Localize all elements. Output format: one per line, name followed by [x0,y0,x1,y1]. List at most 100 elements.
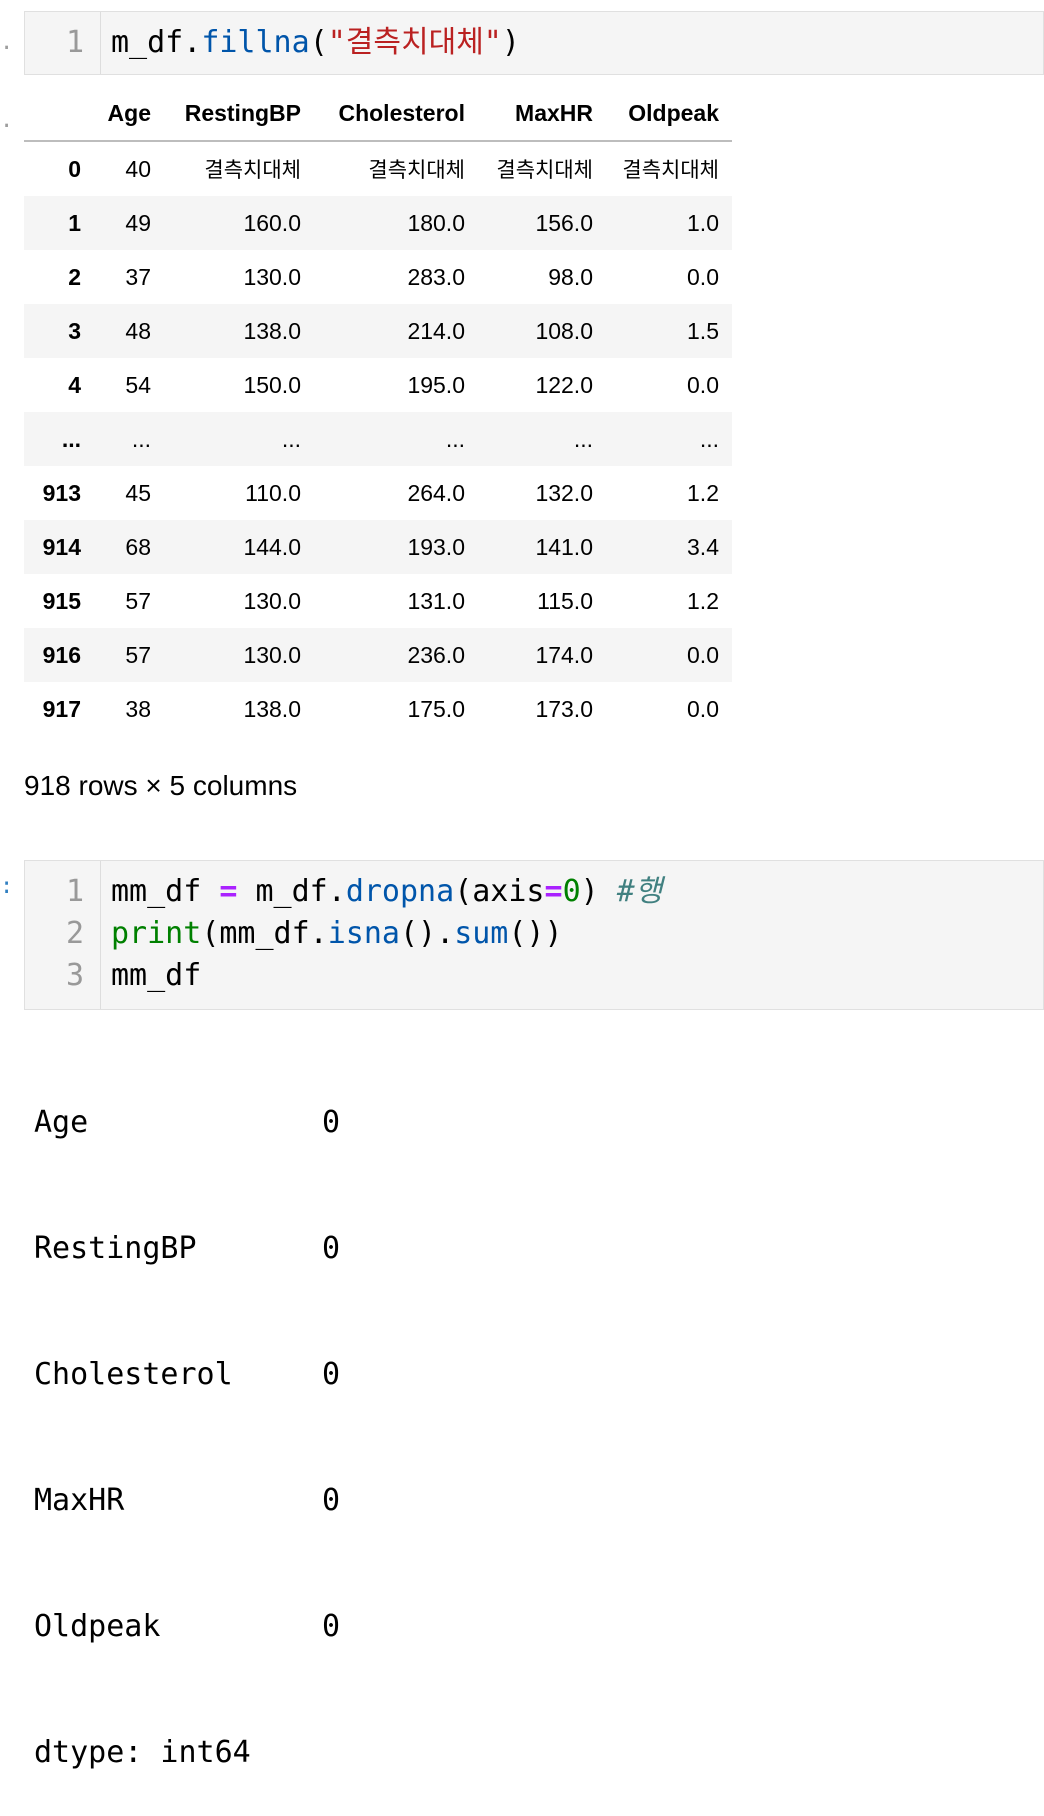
table-cell: 122.0 [535,371,593,398]
dataframe-output: Age RestingBP Cholesterol MaxHR Oldpeak … [24,86,732,736]
code-token-string: "결측치대체" [327,25,502,60]
table-cell: ... [281,425,301,452]
table-cell: 193.0 [407,533,465,560]
code-token: ) [501,25,520,60]
table-cell: 0.0 [687,695,719,722]
table-cell: 141.0 [535,533,593,560]
column-header: Oldpeak [606,86,732,142]
table-cell: ... [131,425,151,452]
table-row: 913 45 110.0 264.0 132.0 1.2 [24,466,732,520]
table-row: 916 57 130.0 236.0 174.0 0.0 [24,628,732,682]
table-cell: 174.0 [535,641,593,668]
row-index: 2 [68,263,81,290]
table-cell: 결측치대체 [622,158,719,182]
table-row: 915 57 130.0 131.0 115.0 1.2 [24,574,732,628]
code-editor[interactable]: m_df.fillna("결측치대체") [101,12,520,74]
row-index: ... [61,425,81,452]
output-prompt-stub: . [0,108,14,133]
table-cell: 결측치대체 [496,158,593,182]
table-cell: 0.0 [687,641,719,668]
code-token: (). [400,916,455,951]
table-row: 2 37 130.0 283.0 98.0 0.0 [24,250,732,304]
table-cell: 130.0 [243,263,301,290]
row-index: 916 [42,641,81,668]
table-row: 3 48 138.0 214.0 108.0 1.5 [24,304,732,358]
line-numbers: 1 [25,12,101,74]
series-row: MaxHR 0 [34,1480,340,1522]
table-cell: 98.0 [548,263,593,290]
series-key: MaxHR [34,1483,125,1518]
series-key: RestingBP [34,1231,197,1266]
line-number: 1 [65,874,84,909]
table-header-row: Age RestingBP Cholesterol MaxHR Oldpeak [24,86,732,142]
cell-prompt-marker: : [0,874,14,899]
table-cell: 283.0 [407,263,465,290]
code-editor[interactable]: mm_df = m_df.dropna(axis=0) #행 print(mm_d… [101,861,662,1009]
table-cell: 236.0 [407,641,465,668]
table-cell: 110.0 [245,479,301,506]
line-number: 2 [65,916,84,951]
table-row-ellipsis: ... ... ... ... ... ... [24,412,732,466]
table-cell: 37 [125,263,151,290]
series-row: Cholesterol 0 [34,1354,340,1396]
line-number: 3 [65,958,84,993]
table-cell: 결측치대체 [204,158,301,182]
code-cell-1[interactable]: 1 m_df.fillna("결측치대체") [24,11,1044,75]
code-token: ) [580,874,617,909]
column-header: Cholesterol [314,86,478,142]
table-cell: 0.0 [687,263,719,290]
table-cell: 130.0 [243,587,301,614]
series-value: 0 [322,1483,341,1518]
series-key: Cholesterol [34,1357,233,1392]
code-token-method: sum [454,916,509,951]
code-cell-2[interactable]: 1 2 3 mm_df = m_df.dropna(axis=0) #행 prin… [24,860,1044,1010]
table-cell: 38 [125,695,151,722]
table-cell: 57 [125,587,151,614]
code-token-comment: #행 [616,874,663,909]
code-token: (mm_df. [201,916,328,951]
code-token: . [183,25,202,60]
column-header-index [24,86,94,142]
table-cell: 49 [125,209,151,236]
table-row: 0 40 결측치대체 결측치대체 결측치대체 결측치대체 [24,141,732,196]
series-key: Oldpeak [34,1609,161,1644]
code-token: mm_df [111,874,220,909]
column-header: Age [94,86,164,142]
table-cell: 1.0 [687,209,719,236]
code-token-method: isna [327,916,400,951]
row-index: 913 [42,479,81,506]
row-index: 4 [68,371,81,398]
dataframe-table: Age RestingBP Cholesterol MaxHR Oldpeak … [24,86,732,736]
table-cell: 45 [125,479,151,506]
code-token: mm_df [111,958,202,993]
table-cell: 195.0 [407,371,465,398]
series-value: 0 [322,1105,341,1140]
code-token: ( [309,25,328,60]
code-line: mm_df = m_df.dropna(axis=0) #행 [111,871,662,913]
row-index: 917 [42,695,81,722]
row-index: 1 [68,209,81,236]
stdout-output: Age 0 RestingBP 0 Cholesterol 0 MaxHR 0 Oldp… [34,1018,340,1816]
table-cell: 1.2 [687,479,719,506]
table-cell: 57 [125,641,151,668]
series-row: Age 0 [34,1102,340,1144]
code-line: print(mm_df.isna().sum()) [111,913,662,955]
table-cell: 138.0 [243,695,301,722]
code-token-operator: = [219,874,238,909]
table-cell: 264.0 [407,479,465,506]
table-cell: 173.0 [535,695,593,722]
row-index: 914 [42,533,81,560]
code-token: ()) [508,916,563,951]
table-cell: 131.0 [407,587,465,614]
code-token-number: 0 [562,874,581,909]
code-token-method: dropna [345,874,455,909]
line-numbers: 1 2 3 [25,861,101,1009]
table-row: 914 68 144.0 193.0 141.0 3.4 [24,520,732,574]
series-row: RestingBP 0 [34,1228,340,1270]
table-cell: 160.0 [243,209,301,236]
cell-prompt-stub: . [0,30,14,55]
table-cell: 115.0 [537,587,593,614]
series-value: 0 [322,1231,341,1266]
column-header: RestingBP [164,86,314,142]
row-index: 0 [68,155,81,182]
